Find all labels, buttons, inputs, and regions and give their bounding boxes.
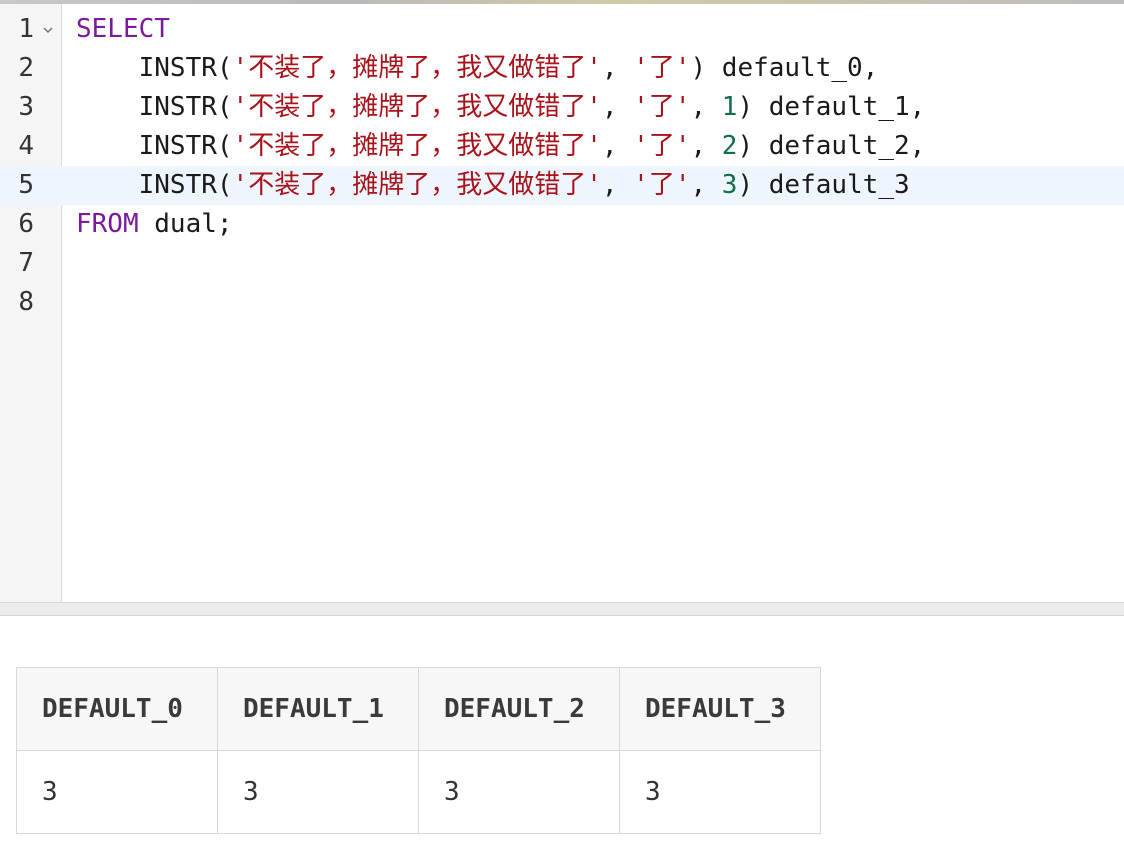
code-line[interactable]: 8 bbox=[0, 283, 1124, 322]
table-cell[interactable]: 3 bbox=[16, 750, 218, 834]
sql-editor[interactable]: 1 SELECT 2 INSTR('不装了，摊牌了，我又做错了', '了') def… bbox=[0, 4, 1124, 602]
code-token: INSTR( bbox=[76, 53, 233, 83]
string-literal: '了' bbox=[633, 53, 691, 83]
line-number: 7 bbox=[18, 248, 34, 278]
string-literal: '不装了，摊牌了，我又做错了' bbox=[232, 131, 602, 161]
code-token: INSTR( bbox=[76, 131, 233, 161]
code-token: , bbox=[690, 170, 722, 200]
code-text: INSTR('不装了，摊牌了，我又做错了', '了') default_0, bbox=[76, 49, 879, 88]
table-cell[interactable]: 3 bbox=[619, 750, 821, 834]
line-number: 1 bbox=[18, 14, 34, 44]
code-line[interactable]: 4 INSTR('不装了，摊牌了，我又做错了', '了', 2) default… bbox=[0, 127, 1124, 166]
code-token: INSTR( bbox=[76, 170, 233, 200]
number-literal: 1 bbox=[721, 92, 738, 122]
column-header-default-0[interactable]: DEFAULT_0 bbox=[16, 667, 218, 751]
string-literal: '了' bbox=[633, 170, 691, 200]
code-token: ) default_0, bbox=[690, 53, 879, 83]
code-text: INSTR('不装了，摊牌了，我又做错了', '了', 2) default_2… bbox=[76, 127, 926, 166]
number-literal: 2 bbox=[721, 131, 738, 161]
line-number: 3 bbox=[18, 92, 34, 122]
string-literal: '不装了，摊牌了，我又做错了' bbox=[232, 170, 602, 200]
sql-keyword: FROM bbox=[76, 209, 139, 239]
code-token: , bbox=[690, 92, 722, 122]
code-token: ) default_3 bbox=[737, 170, 910, 200]
code-line[interactable]: 3 INSTR('不装了，摊牌了，我又做错了', '了', 1) default… bbox=[0, 88, 1124, 127]
code-text: INSTR('不装了，摊牌了，我又做错了', '了', 1) default_1… bbox=[76, 88, 926, 127]
string-literal: '了' bbox=[633, 131, 691, 161]
table-row: 3 3 3 3 bbox=[16, 750, 821, 834]
code-line[interactable]: 5 INSTR('不装了，摊牌了，我又做错了', '了', 3) default… bbox=[0, 166, 1124, 205]
line-number: 4 bbox=[18, 131, 34, 161]
code-text: INSTR('不装了，摊牌了，我又做错了', '了', 3) default_3 bbox=[76, 166, 910, 205]
code-text: SELECT bbox=[76, 10, 170, 49]
code-token: , bbox=[690, 131, 722, 161]
result-grid: DEFAULT_0 DEFAULT_1 DEFAULT_2 DEFAULT_3 … bbox=[16, 667, 821, 834]
table-cell[interactable]: 3 bbox=[217, 750, 419, 834]
code-token: , bbox=[601, 170, 634, 200]
line-number: 8 bbox=[18, 287, 34, 317]
line-number: 6 bbox=[18, 209, 34, 239]
chevron-down-icon[interactable] bbox=[42, 24, 54, 36]
column-header-default-2[interactable]: DEFAULT_2 bbox=[418, 667, 620, 751]
code-token: ) default_2, bbox=[737, 131, 926, 161]
string-literal: '了' bbox=[633, 92, 691, 122]
code-token: , bbox=[601, 53, 634, 83]
code-line[interactable]: 6 FROM dual; bbox=[0, 205, 1124, 244]
line-number: 2 bbox=[18, 53, 34, 83]
string-literal: '不装了，摊牌了，我又做错了' bbox=[232, 53, 602, 83]
code-token: , bbox=[601, 131, 634, 161]
code-text: FROM dual; bbox=[76, 205, 233, 244]
result-header-row: DEFAULT_0 DEFAULT_1 DEFAULT_2 DEFAULT_3 bbox=[16, 667, 821, 751]
results-panel: DEFAULT_0 DEFAULT_1 DEFAULT_2 DEFAULT_3 … bbox=[0, 616, 1124, 856]
sql-keyword: SELECT bbox=[76, 14, 170, 44]
table-cell[interactable]: 3 bbox=[418, 750, 620, 834]
string-literal: '不装了，摊牌了，我又做错了' bbox=[232, 92, 602, 122]
code-line[interactable]: 1 SELECT bbox=[0, 10, 1124, 49]
pane-splitter[interactable] bbox=[0, 602, 1124, 616]
line-number: 5 bbox=[18, 170, 34, 200]
column-header-default-3[interactable]: DEFAULT_3 bbox=[619, 667, 821, 751]
code-token: ) default_1, bbox=[737, 92, 926, 122]
code-line[interactable]: 2 INSTR('不装了，摊牌了，我又做错了', '了') default_0, bbox=[0, 49, 1124, 88]
code-token: dual; bbox=[138, 209, 233, 239]
column-header-default-1[interactable]: DEFAULT_1 bbox=[217, 667, 419, 751]
code-line[interactable]: 7 bbox=[0, 244, 1124, 283]
number-literal: 3 bbox=[721, 170, 738, 200]
code-token: , bbox=[601, 92, 634, 122]
code-token: INSTR( bbox=[76, 92, 233, 122]
